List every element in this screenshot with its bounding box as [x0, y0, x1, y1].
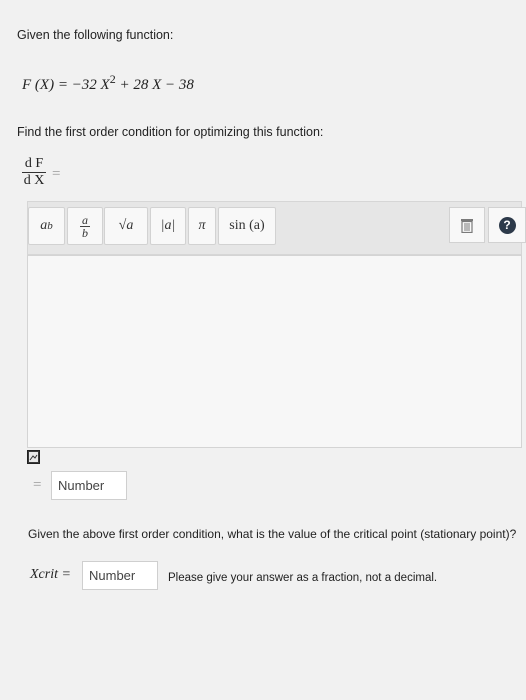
formula-image-icon[interactable]	[27, 450, 40, 464]
sin-button[interactable]: sin (a)	[218, 207, 276, 245]
derivative-denominator: d X	[23, 173, 45, 188]
question2-text: Given the above first order condition, w…	[28, 527, 517, 541]
function-rest: + 28 X − 38	[115, 77, 194, 93]
trash-button[interactable]	[449, 207, 485, 243]
instruction-text: Find the first order condition for optim…	[17, 125, 324, 139]
xcrit-label: Xcrit =	[30, 567, 71, 582]
intro-text: Given the following function:	[17, 28, 174, 42]
function-term1: −32 X	[71, 77, 110, 93]
answer1-equals: =	[33, 477, 42, 493]
fraction-den: b	[82, 225, 88, 240]
function-lhs: F (X) =	[22, 77, 72, 93]
pi-button[interactable]: π	[188, 207, 216, 245]
sin-label: sin (a)	[229, 218, 265, 233]
abs-label: |a|	[160, 218, 176, 233]
sqrt-button[interactable]: √a	[104, 207, 148, 245]
xcrit-input[interactable]: Number	[82, 561, 158, 590]
xcrit-placeholder: Number	[89, 568, 136, 583]
fraction-num: a	[80, 212, 90, 227]
trash-icon	[461, 218, 473, 233]
answer1-input[interactable]: Number	[51, 471, 127, 500]
derivative-numerator: d F	[22, 157, 46, 173]
help-icon: ?	[498, 216, 516, 234]
xcrit-note: Please give your answer as a fraction, n…	[168, 572, 438, 584]
fraction-button[interactable]: a b	[67, 207, 103, 245]
answer1-placeholder: Number	[58, 478, 105, 493]
power-button[interactable]: ab	[28, 207, 65, 245]
pi-label: π	[198, 218, 206, 233]
help-button[interactable]: ?	[488, 207, 526, 243]
function-expression: F (X) = −32 X2 + 28 X − 38	[22, 72, 194, 94]
derivative-fraction: d F d X	[22, 157, 46, 188]
abs-button[interactable]: |a|	[150, 207, 186, 245]
math-editor-area[interactable]	[27, 255, 522, 448]
power-exp: b	[47, 220, 53, 232]
power-base: a	[40, 218, 48, 233]
derivative-equals: =	[52, 166, 61, 182]
sqrt-label: √a	[118, 218, 134, 233]
